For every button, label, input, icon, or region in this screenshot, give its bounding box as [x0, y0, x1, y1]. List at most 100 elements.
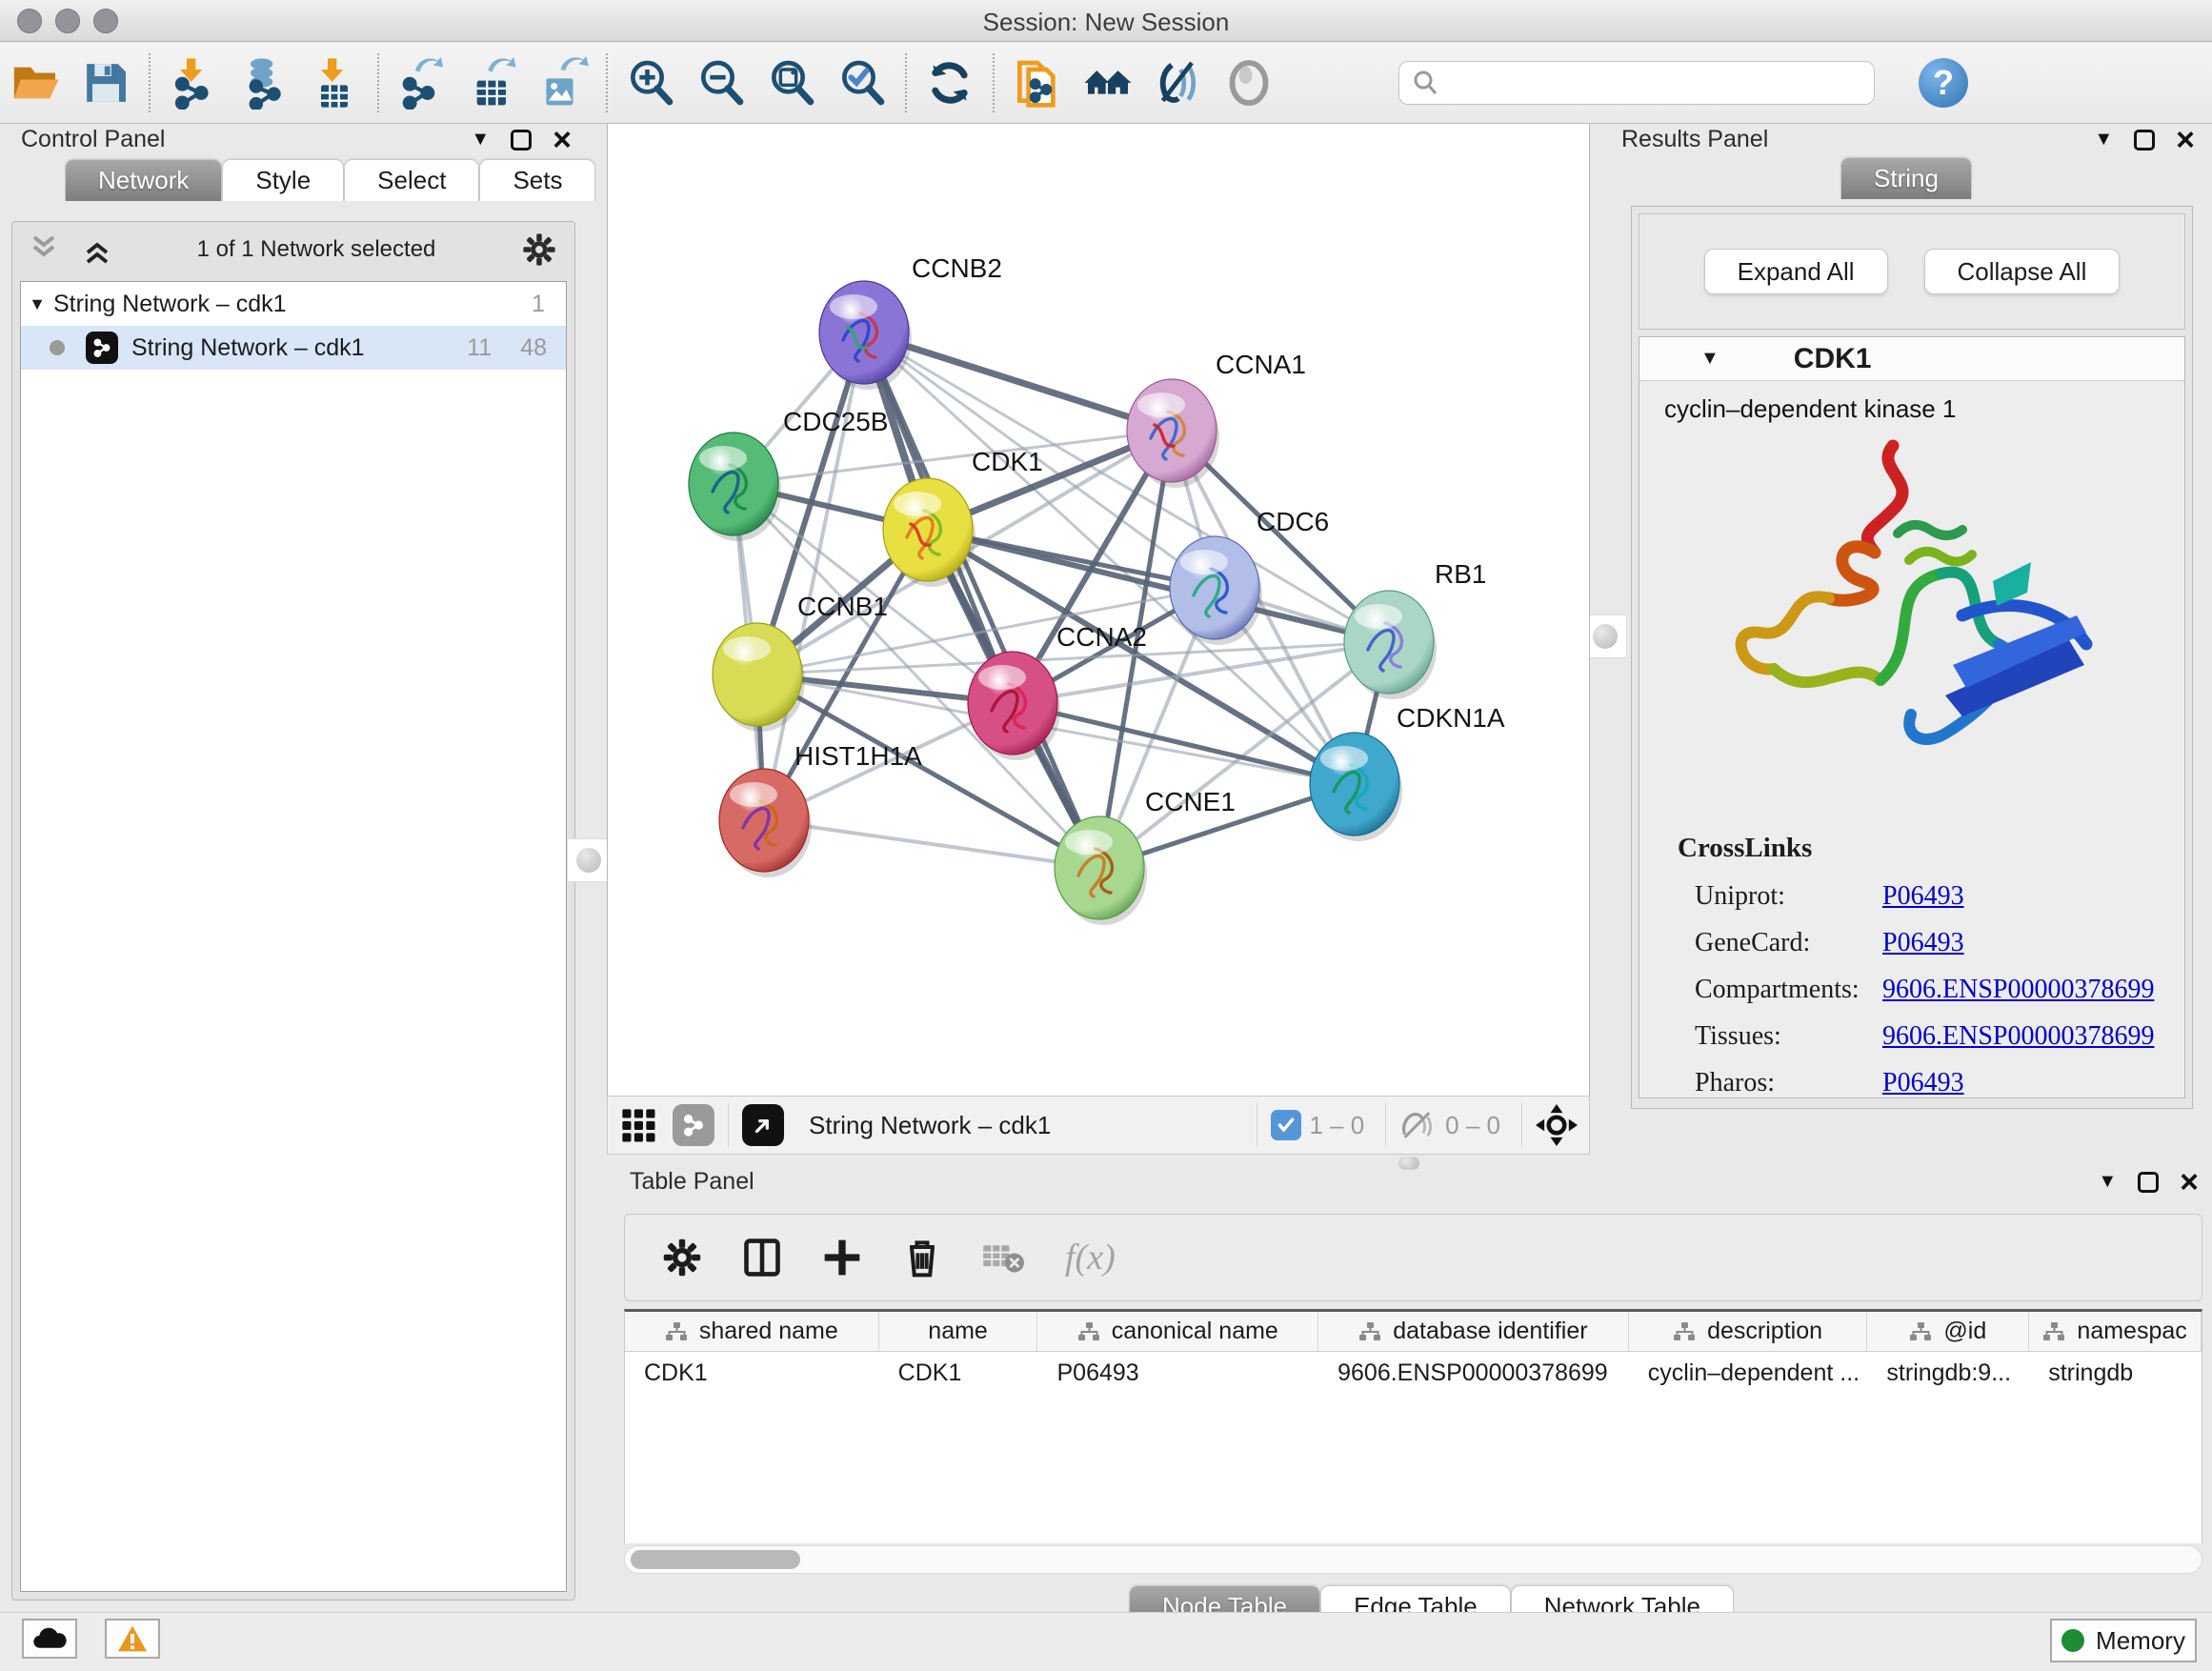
- export-image-icon[interactable]: [528, 50, 598, 116]
- network-collection-row[interactable]: ▼ String Network – cdk1 1: [21, 282, 566, 326]
- import-network-icon[interactable]: [158, 50, 229, 116]
- table-gear-icon[interactable]: [661, 1237, 703, 1278]
- fit-selected-icon[interactable]: [1536, 1104, 1578, 1146]
- section-collapse-icon[interactable]: ▼: [1700, 348, 1719, 370]
- column-header-namespac[interactable]: namespac: [2029, 1312, 2202, 1351]
- zoom-selected-icon[interactable]: [827, 50, 897, 116]
- delete-column-icon[interactable]: [901, 1237, 943, 1278]
- node-label: CCNA1: [1216, 350, 1306, 379]
- zoom-fit-icon[interactable]: [756, 50, 827, 116]
- add-column-icon[interactable]: [821, 1237, 863, 1278]
- panel-close-icon[interactable]: ×: [2180, 1173, 2199, 1192]
- panel-menu-icon[interactable]: ▼: [471, 129, 490, 151]
- return-home-icon[interactable]: [1073, 50, 1143, 116]
- network-node-CCNA1[interactable]: CCNA1: [1127, 350, 1306, 488]
- network-options-gear-icon[interactable]: [521, 232, 557, 268]
- network-edge-CCNB2-CCNE1[interactable]: [864, 332, 1099, 868]
- network-status-bar: String Network – cdk1 1 – 0 0 – 0: [607, 1096, 1590, 1155]
- crosslink-link[interactable]: 9606.ENSP00000378699: [1882, 975, 2154, 1005]
- crosslink-link[interactable]: P06493: [1882, 928, 1964, 958]
- export-table-icon[interactable]: [457, 50, 528, 116]
- expand-all-button[interactable]: Expand All: [1704, 249, 1888, 294]
- zoom-in-icon[interactable]: [615, 50, 686, 116]
- node-label: CCNB1: [797, 592, 888, 621]
- network-node-CCNE1[interactable]: CCNE1: [1055, 787, 1236, 925]
- table-cell[interactable]: P06493: [1037, 1352, 1318, 1394]
- table-cell[interactable]: stringdb: [2029, 1352, 2202, 1394]
- import-database-icon[interactable]: [229, 50, 299, 116]
- scrollbar-thumb[interactable]: [631, 1550, 800, 1569]
- tab-network[interactable]: Network: [65, 159, 222, 201]
- network-label: String Network – cdk1: [131, 334, 467, 362]
- network-node-CDC25B[interactable]: CDC25B: [689, 407, 888, 541]
- open-view-icon[interactable]: [742, 1104, 784, 1146]
- zoom-out-icon[interactable]: [686, 50, 756, 116]
- cloud-status-button[interactable]: [22, 1619, 77, 1659]
- network-node-CCNB1[interactable]: CCNB1: [713, 592, 888, 732]
- panel-close-icon[interactable]: ×: [2176, 131, 2195, 150]
- column-header-database-identifier[interactable]: database identifier: [1318, 1312, 1629, 1351]
- panel-menu-icon[interactable]: ▼: [2098, 1171, 2117, 1193]
- tree-expander-icon[interactable]: ▼: [21, 294, 53, 314]
- column-header-shared-name[interactable]: shared name: [625, 1312, 879, 1351]
- help-button[interactable]: ?: [1919, 58, 1968, 108]
- table-horizontal-scrollbar[interactable]: [624, 1545, 2202, 1574]
- tab-select[interactable]: Select: [344, 159, 479, 201]
- panel-close-icon[interactable]: ×: [553, 131, 572, 150]
- search-field[interactable]: [1398, 61, 1875, 105]
- tab-string[interactable]: String: [1840, 157, 1972, 199]
- table-cell[interactable]: 9606.ENSP00000378699: [1318, 1352, 1629, 1394]
- window-title: Session: New Session: [0, 8, 2212, 37]
- network-node-RB1[interactable]: RB1: [1344, 559, 1486, 699]
- network-node-HIST1H1A[interactable]: HIST1H1A: [719, 741, 922, 877]
- table-cell[interactable]: stringdb:9...: [1867, 1352, 2029, 1394]
- memory-button[interactable]: Memory: [2050, 1619, 2197, 1662]
- expand-all-icon[interactable]: [83, 233, 111, 266]
- bird-eye-view-icon[interactable]: [1214, 50, 1284, 116]
- search-input[interactable]: [1439, 70, 1859, 96]
- open-session-icon[interactable]: [0, 50, 70, 116]
- left-splitter-grip[interactable]: [567, 838, 611, 882]
- column-header-canonical-name[interactable]: canonical name: [1037, 1312, 1318, 1351]
- delete-table-icon: [981, 1238, 1027, 1277]
- collapse-all-button[interactable]: Collapse All: [1924, 249, 2121, 294]
- table-cell[interactable]: cyclin–dependent ...: [1629, 1352, 1868, 1394]
- import-table-icon[interactable]: [299, 50, 370, 116]
- refresh-layout-icon[interactable]: [915, 50, 985, 116]
- tab-sets[interactable]: Sets: [479, 159, 595, 201]
- table-row[interactable]: CDK1CDK1P064939606.ENSP00000378699cyclin…: [625, 1352, 2202, 1394]
- show-hide-panels-icon[interactable]: [1143, 50, 1214, 116]
- column-header-name[interactable]: name: [879, 1312, 1038, 1351]
- network-node-CDKN1A[interactable]: CDKN1A: [1310, 703, 1505, 841]
- node-description: cyclin–dependent kinase 1: [1639, 381, 2184, 424]
- hidden-count: 0 – 0: [1445, 1111, 1500, 1140]
- open-in-browser-icon[interactable]: [1002, 50, 1073, 116]
- table-cell[interactable]: CDK1: [625, 1352, 879, 1394]
- table-cell[interactable]: CDK1: [879, 1352, 1038, 1394]
- panel-float-icon[interactable]: [511, 130, 532, 151]
- panel-float-icon[interactable]: [2134, 130, 2155, 151]
- crosslink-link[interactable]: P06493: [1882, 1068, 1964, 1098]
- save-session-icon[interactable]: [70, 50, 141, 116]
- tab-style[interactable]: Style: [222, 159, 344, 201]
- network-row[interactable]: String Network – cdk1 11 48: [21, 326, 566, 370]
- column-header-description[interactable]: description: [1629, 1312, 1868, 1351]
- panel-float-icon[interactable]: [2138, 1172, 2159, 1193]
- selected-count-icon[interactable]: [1271, 1110, 1301, 1140]
- collapse-all-icon[interactable]: [30, 233, 58, 266]
- network-view-canvas[interactable]: CCNB2CCNA1CDC25BCDK1CDC6RB1CCNB1CCNA2CDK…: [607, 124, 1590, 1096]
- crosslink-link[interactable]: 9606.ENSP00000378699: [1882, 1021, 2154, 1052]
- network-edge-HIST1H1A-CCNE1[interactable]: [764, 820, 1099, 868]
- table-toolbar: f(x): [624, 1214, 2202, 1301]
- columns-icon[interactable]: [741, 1237, 783, 1278]
- warning-status-button[interactable]: [105, 1619, 160, 1659]
- network-badge-icon[interactable]: [673, 1104, 714, 1146]
- crosslink-link[interactable]: P06493: [1882, 881, 1964, 912]
- export-network-icon[interactable]: [387, 50, 457, 116]
- panel-menu-icon[interactable]: ▼: [2094, 129, 2113, 151]
- grid-view-icon[interactable]: [619, 1106, 657, 1144]
- hidden-count-icon: [1399, 1110, 1438, 1140]
- crosslink-row: Tissues:9606.ENSP00000378699: [1678, 1021, 2154, 1052]
- crosslink-row: Pharos:P06493: [1678, 1068, 2154, 1098]
- column-header--id[interactable]: @id: [1867, 1312, 2029, 1351]
